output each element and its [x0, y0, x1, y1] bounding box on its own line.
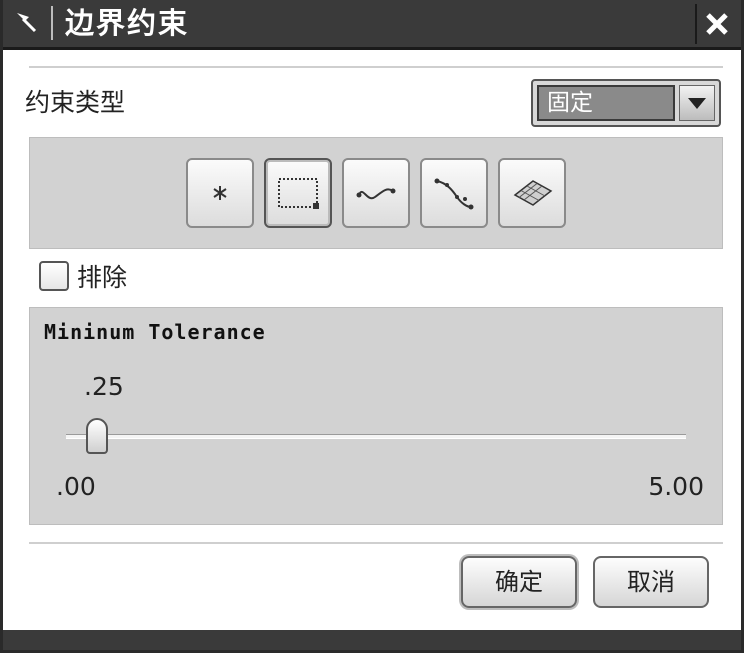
bottom-frame-bar [3, 630, 741, 650]
spline-filter-button[interactable] [420, 158, 488, 228]
chevron-down-icon [688, 98, 706, 109]
surface-filter-button[interactable] [498, 158, 566, 228]
tolerance-panel: Mininum Tolerance .25 .00 5.00 [29, 307, 723, 525]
dialog-title: 边界约束 [65, 6, 190, 40]
tolerance-slider-track[interactable] [66, 434, 686, 439]
exclude-checkbox[interactable] [39, 261, 69, 291]
ok-button[interactable]: 确定 [461, 556, 577, 608]
slider-min-label: .00 [56, 472, 96, 501]
constraint-type-value[interactable]: 固定 [537, 85, 675, 121]
constraint-type-select[interactable]: 固定 [531, 79, 721, 127]
top-separator [29, 66, 723, 68]
title-bar[interactable]: 边界约束 [3, 0, 741, 50]
asterisk-icon [213, 186, 227, 200]
pin-icon[interactable] [7, 4, 47, 42]
bottom-separator [29, 542, 723, 544]
selection-filter-panel [29, 137, 723, 249]
curve-icon [356, 188, 396, 200]
cancel-button[interactable]: 取消 [593, 556, 709, 608]
tolerance-value: .25 [84, 372, 124, 401]
exclude-row[interactable]: 排除 [39, 258, 127, 294]
spline-icon [434, 178, 474, 210]
constraint-type-label: 约束类型 [25, 88, 126, 117]
surface-icon [513, 180, 553, 206]
dropdown-button[interactable] [679, 85, 715, 121]
tolerance-title: Mininum Tolerance [44, 320, 266, 344]
close-icon [706, 13, 728, 35]
tolerance-slider-thumb[interactable] [86, 418, 108, 454]
rectangle-filter-button[interactable] [264, 158, 332, 228]
exclude-label: 排除 [77, 263, 128, 292]
slider-max-label: 5.00 [648, 472, 704, 501]
dotted-rectangle-icon [278, 178, 319, 209]
dialog-window: 边界约束 约束类型 固定 排除 Mininum Tolerance .25 .0… [0, 0, 744, 653]
title-separator [51, 6, 53, 40]
point-filter-button[interactable] [186, 158, 254, 228]
curve-filter-button[interactable] [342, 158, 410, 228]
close-button[interactable] [695, 4, 737, 44]
